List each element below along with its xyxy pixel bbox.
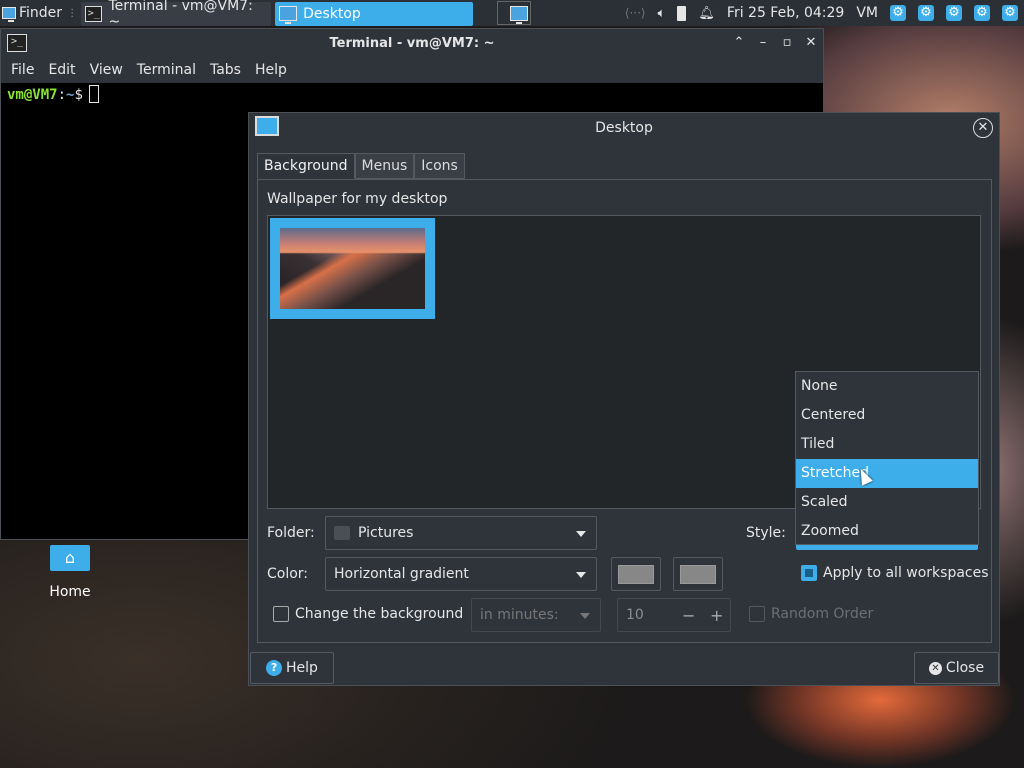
settings-gear-icon-3[interactable]: ⚙ — [946, 5, 962, 21]
workspace-switcher[interactable] — [497, 1, 532, 25]
folder-icon — [334, 526, 350, 540]
menu-terminal[interactable]: Terminal — [137, 62, 196, 78]
apply-all-workspaces-checkbox[interactable]: Apply to all workspaces — [801, 565, 989, 581]
text-cursor — [88, 85, 99, 103]
prompt-symbol: $ — [74, 87, 83, 103]
network-icon[interactable]: ⟨···⟩ — [625, 6, 646, 20]
change-background-checkbox[interactable]: Change the background — [273, 606, 463, 622]
close-circle-icon: ✕ — [928, 661, 942, 675]
help-button[interactable]: ? Help — [250, 652, 334, 684]
color-swatch — [618, 565, 654, 584]
close-icon[interactable]: ✕ — [805, 36, 817, 50]
prompt-separator: : — [57, 87, 67, 103]
terminal-icon: >_ — [85, 5, 103, 22]
terminal-titlebar[interactable]: >_ Terminal - vm@VM7: ~ ⌃ – ▫ ✕ — [1, 29, 823, 57]
settings-gear-icon-4[interactable]: ⚙ — [974, 5, 990, 21]
tab-icons[interactable]: Icons — [414, 153, 465, 179]
style-dropdown-list: None Centered Tiled Stretched Scaled Zoo… — [795, 371, 979, 545]
chevron-down-icon — [576, 531, 586, 537]
color-mode-select[interactable]: Horizontal gradient — [325, 557, 597, 591]
menu-view[interactable]: View — [90, 62, 123, 78]
random-order-checkbox[interactable]: Random Order — [749, 606, 873, 622]
settings-gear-icon-1[interactable]: ⚙ — [890, 5, 906, 21]
battery-icon[interactable] — [677, 5, 687, 21]
terminal-menubar: File Edit View Terminal Tabs Help — [1, 57, 823, 83]
folder-select[interactable]: Pictures — [325, 516, 597, 550]
color-swatch — [680, 565, 716, 584]
tab-bar: Background Menus Icons — [257, 153, 465, 179]
menu-handle-icon: ⋮ — [67, 7, 78, 19]
taskbar-terminal[interactable]: >_ Terminal - vm@VM7: ~ — [81, 0, 272, 30]
finder-menu[interactable]: Finder ⋮ — [0, 0, 77, 26]
help-icon: ? — [266, 660, 283, 676]
taskbar-desktop[interactable]: Desktop — [275, 1, 474, 26]
style-option-tiled[interactable]: Tiled — [796, 430, 978, 459]
menu-tabs[interactable]: Tabs — [210, 62, 241, 78]
minimize-icon[interactable]: – — [757, 36, 769, 50]
style-option-scaled[interactable]: Scaled — [796, 488, 978, 517]
chevron-down-icon — [576, 572, 586, 578]
close-button[interactable]: ✕ Close — [914, 652, 999, 684]
finder-icon — [2, 7, 16, 22]
home-folder-icon[interactable]: ⌂ — [50, 545, 90, 571]
settings-gear-icon-5[interactable]: ⚙ — [1002, 5, 1018, 21]
menu-edit[interactable]: Edit — [48, 62, 75, 78]
interval-spinbox[interactable]: 10 − + — [617, 598, 731, 632]
style-option-none[interactable]: None — [796, 372, 978, 401]
desktop-settings-icon — [279, 6, 298, 24]
folder-label: Folder: — [267, 525, 315, 541]
volume-icon[interactable]: 🔈︎ — [658, 6, 666, 21]
prompt-user: vm@VM7 — [7, 87, 58, 103]
tab-menus[interactable]: Menus — [354, 153, 415, 179]
settings-gear-icon-2[interactable]: ⚙ — [918, 5, 934, 21]
clock[interactable]: Fri 25 Feb, 04:29 — [727, 5, 844, 21]
shade-icon[interactable]: ⌃ — [733, 36, 745, 50]
dialog-titlebar[interactable]: Desktop ✕ — [249, 113, 999, 143]
minus-icon[interactable]: − — [682, 606, 695, 625]
checkbox-checked — [801, 565, 817, 581]
tab-background[interactable]: Background — [257, 153, 355, 179]
dialog-title: Desktop — [595, 120, 653, 136]
interval-unit-select[interactable]: in minutes: — [471, 598, 601, 632]
workspace-window-icon — [510, 5, 529, 24]
wallpaper-thumbnail-selected[interactable] — [270, 218, 435, 319]
system-tray: ⟨···⟩ 🔈︎ 🔔︎ Fri 25 Feb, 04:29 VM ⚙ ⚙ ⚙ ⚙… — [625, 5, 1024, 21]
menu-help[interactable]: Help — [255, 62, 287, 78]
style-option-stretched[interactable]: Stretched — [796, 459, 978, 488]
dialog-close-icon[interactable]: ✕ — [973, 118, 993, 138]
color-button-2[interactable] — [673, 557, 723, 591]
plus-icon[interactable]: + — [710, 606, 723, 625]
style-label: Style: — [746, 525, 786, 541]
user-menu[interactable]: VM — [856, 5, 878, 21]
checkbox-disabled — [749, 606, 765, 622]
color-label: Color: — [267, 566, 309, 582]
notification-bell-icon[interactable]: 🔔︎ — [698, 6, 715, 21]
mountain-wallpaper-image — [280, 228, 425, 309]
top-panel: Finder ⋮ >_ Terminal - vm@VM7: ~ Desktop… — [0, 0, 1024, 30]
wallpaper-caption: Wallpaper for my desktop — [267, 191, 448, 207]
terminal-app-icon: >_ — [7, 34, 27, 52]
color-button-1[interactable] — [611, 557, 661, 591]
checkbox-unchecked — [273, 606, 289, 622]
chevron-down-icon — [580, 613, 590, 619]
style-option-zoomed[interactable]: Zoomed — [796, 517, 978, 546]
menu-file[interactable]: File — [11, 62, 34, 78]
home-icon-label[interactable]: Home — [40, 584, 100, 600]
terminal-title: Terminal - vm@VM7: ~ — [329, 35, 495, 51]
maximize-icon[interactable]: ▫ — [781, 36, 793, 50]
style-option-centered[interactable]: Centered — [796, 401, 978, 430]
